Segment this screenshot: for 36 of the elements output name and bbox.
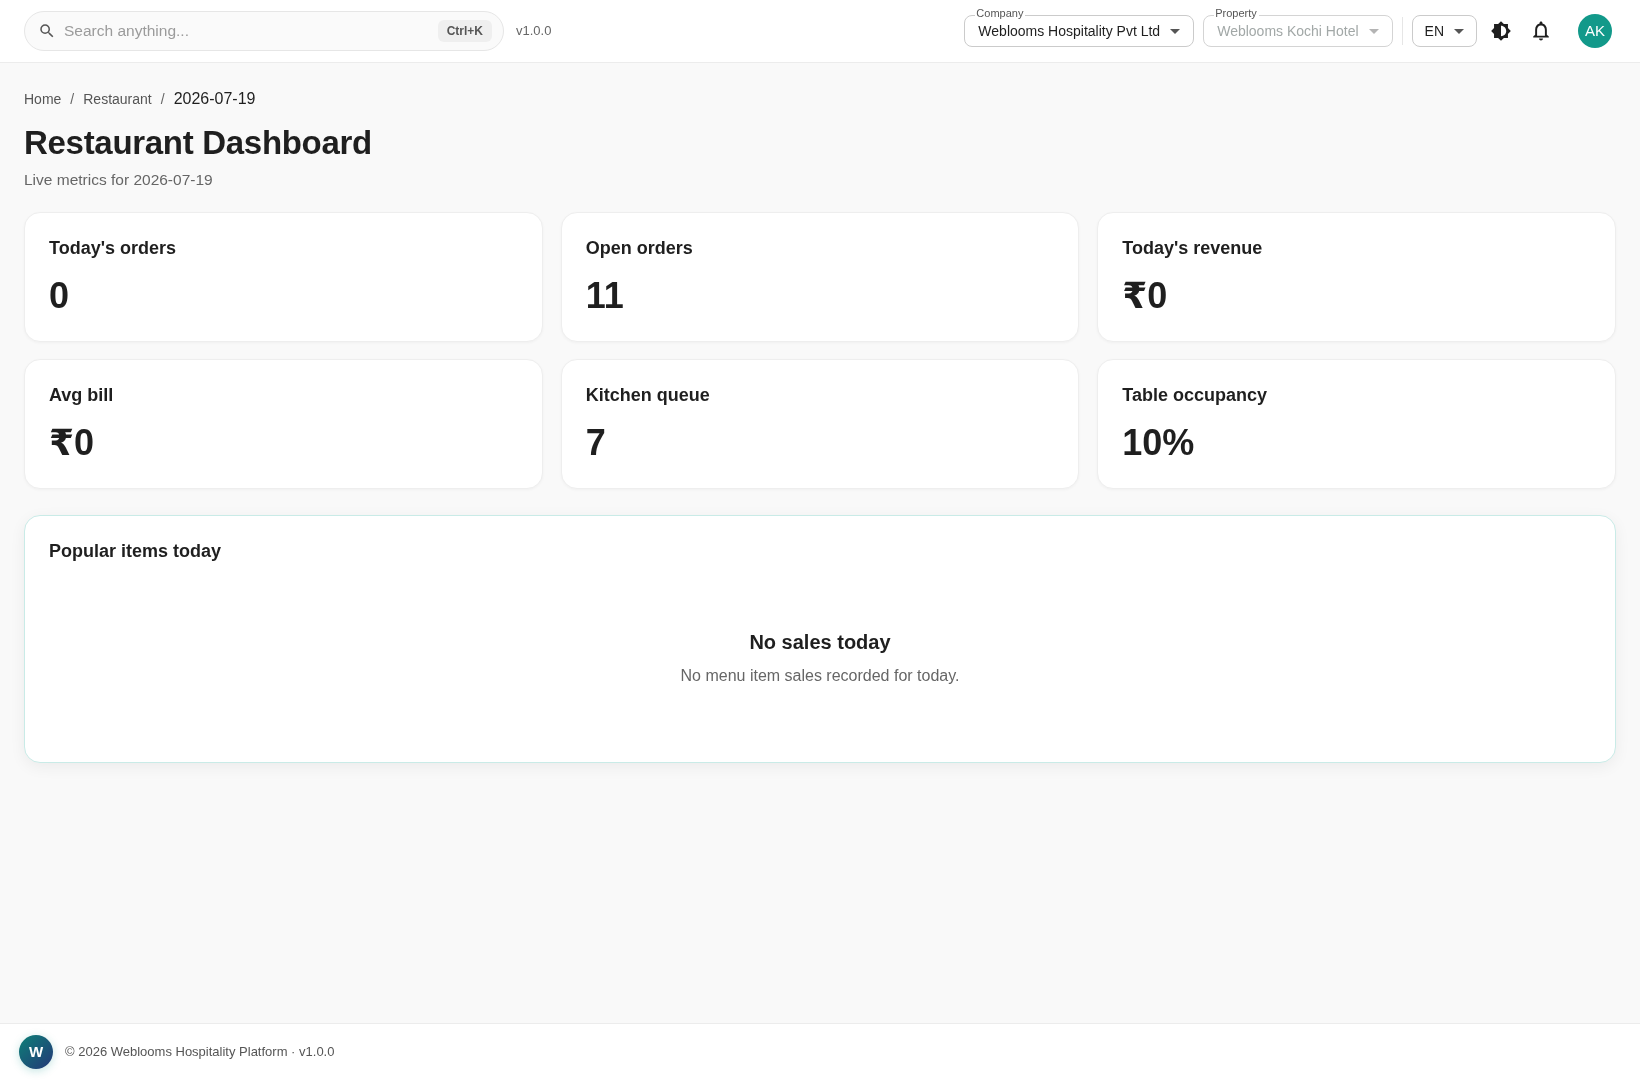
breadcrumb-separator: /	[160, 90, 165, 109]
user-avatar[interactable]: AK	[1578, 14, 1612, 48]
page-title: Restaurant Dashboard	[24, 123, 373, 163]
metric-label: Today's orders	[49, 237, 177, 259]
breadcrumb-link[interactable]: Home	[24, 89, 62, 109]
metric-label: Avg bill	[49, 384, 115, 406]
card-title: Popular items today	[49, 540, 223, 562]
breadcrumb-link[interactable]: Restaurant	[83, 89, 152, 109]
metric-value: 11	[585, 274, 625, 317]
metric-value: ₹0	[49, 421, 96, 464]
page-subtitle: Live metrics for 2026-07-19	[24, 170, 214, 190]
breadcrumb-current: 2026-07-19	[173, 89, 256, 109]
footer-text: © 2026 Weblooms Hospitality Platform · v1.0.0	[65, 1043, 335, 1062]
brightness-icon	[1491, 21, 1511, 41]
metric-value: 0	[49, 274, 71, 317]
metric-value: ₹0	[1122, 274, 1169, 317]
metric-label: Table occupancy	[1122, 384, 1269, 406]
dropdown-label: Property	[1214, 7, 1259, 20]
language-select[interactable]: EN	[1411, 15, 1477, 47]
bell-icon	[1531, 21, 1551, 41]
metric-label: Today's revenue	[1122, 237, 1264, 259]
version-label: v1.0.0	[516, 22, 552, 41]
metric-value: 10%	[1122, 421, 1196, 464]
breadcrumb-separator: /	[70, 90, 75, 109]
shortcut-hint: Ctrl+K	[437, 20, 492, 42]
brand-logo: W	[19, 1035, 53, 1069]
caret-icon	[1368, 28, 1379, 34]
caret-icon	[1170, 28, 1181, 34]
empty-state-text: No menu item sales recorded for today.	[680, 666, 960, 686]
caret-icon	[1454, 28, 1464, 34]
dropdown-label: Company	[975, 7, 1026, 20]
search-icon	[38, 22, 56, 40]
metric-label: Kitchen queue	[585, 384, 711, 406]
empty-state-title: No sales today	[749, 630, 891, 654]
metric-label: Open orders	[585, 237, 694, 259]
metric-value: 7	[585, 421, 607, 464]
